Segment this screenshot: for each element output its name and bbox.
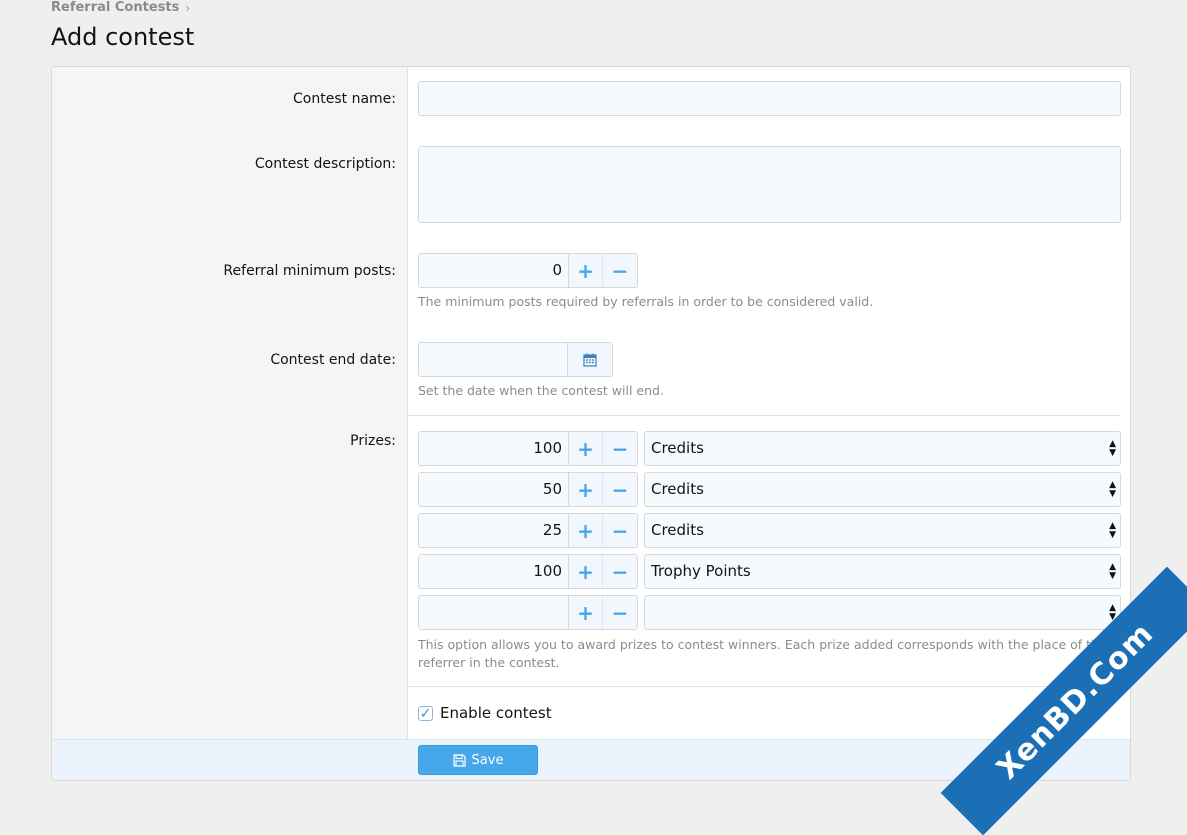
chevron-right-icon: › — [185, 0, 191, 15]
prize-type-value: Trophy Points — [651, 562, 751, 580]
increment-button[interactable]: + — [569, 596, 603, 629]
prize-amount-stepper: 25 + − — [418, 513, 638, 548]
prize-type-value: Credits — [651, 521, 704, 539]
prize-type-select[interactable]: ▲ ▼ — [644, 595, 1121, 630]
plus-icon: + — [577, 518, 594, 543]
prize-amount-input[interactable] — [419, 596, 569, 629]
prize-type-value: Credits — [651, 439, 704, 457]
prize-amount-input[interactable]: 50 — [419, 473, 569, 506]
prize-type-select[interactable]: Trophy Points ▲ ▼ — [644, 554, 1121, 589]
decrement-button[interactable]: − — [603, 432, 637, 465]
breadcrumb: Referral Contests › — [51, 0, 190, 15]
decrement-button[interactable]: − — [603, 555, 637, 588]
minus-icon: − — [611, 518, 629, 543]
increment-button[interactable]: + — [569, 514, 603, 547]
contest-description-label: Contest description: — [254, 156, 396, 172]
prize-amount-input[interactable]: 25 — [419, 514, 569, 547]
save-icon — [452, 753, 466, 767]
prize-type-select[interactable]: Credits ▲ ▼ — [644, 431, 1121, 466]
decrement-button[interactable]: − — [603, 254, 637, 287]
prize-type-select[interactable]: Credits ▲ ▼ — [644, 513, 1121, 548]
end-date-label: Contest end date: — [270, 352, 396, 368]
end-date-input[interactable] — [419, 343, 569, 376]
enable-contest-checkbox[interactable]: ✓ — [418, 706, 433, 721]
min-posts-stepper: 0 + − — [418, 253, 638, 288]
min-posts-hint: The minimum posts required by referrals … — [418, 294, 874, 309]
increment-button[interactable]: + — [569, 432, 603, 465]
prize-amount-stepper: + − — [418, 595, 638, 630]
minus-icon: − — [611, 436, 629, 461]
page-title: Add contest — [51, 23, 195, 51]
contest-name-input[interactable] — [418, 81, 1121, 116]
select-arrows-icon: ▲ ▼ — [1109, 479, 1116, 499]
plus-icon: + — [577, 436, 594, 461]
calendar-icon — [583, 353, 597, 367]
min-posts-input[interactable]: 0 — [419, 254, 569, 287]
breadcrumb-link-referral-contests[interactable]: Referral Contests — [51, 0, 179, 15]
increment-button[interactable]: + — [569, 254, 603, 287]
section-divider — [408, 686, 1121, 687]
date-picker-button[interactable] — [568, 343, 612, 376]
end-date-hint: Set the date when the contest will end. — [418, 383, 664, 398]
minus-icon: − — [611, 477, 629, 502]
plus-icon: + — [577, 559, 594, 584]
minus-icon: − — [611, 559, 629, 584]
contest-name-label: Contest name: — [293, 91, 396, 107]
end-date-field — [418, 342, 613, 377]
prize-amount-stepper: 100 + − — [418, 431, 638, 466]
checkmark-icon: ✓ — [419, 705, 432, 722]
increment-button[interactable]: + — [569, 473, 603, 506]
prize-amount-stepper: 50 + − — [418, 472, 638, 507]
select-arrows-icon: ▲ ▼ — [1109, 520, 1116, 540]
prize-amount-stepper: 100 + − — [418, 554, 638, 589]
min-posts-label: Referral minimum posts: — [223, 263, 396, 279]
contest-description-textarea[interactable] — [418, 146, 1121, 223]
section-divider — [408, 415, 1121, 416]
decrement-button[interactable]: − — [603, 514, 637, 547]
save-button-label: Save — [471, 752, 504, 768]
enable-contest-label[interactable]: Enable contest — [440, 704, 552, 722]
prize-amount-input[interactable]: 100 — [419, 555, 569, 588]
plus-icon: + — [577, 600, 594, 625]
decrement-button[interactable]: − — [603, 473, 637, 506]
plus-icon: + — [577, 258, 594, 283]
prize-type-select[interactable]: Credits ▲ ▼ — [644, 472, 1121, 507]
decrement-button[interactable]: − — [603, 596, 637, 629]
minus-icon: − — [611, 258, 629, 283]
prizes-label: Prizes: — [350, 433, 396, 449]
select-arrows-icon: ▲ ▼ — [1109, 561, 1116, 581]
save-button[interactable]: Save — [418, 745, 538, 775]
select-arrows-icon: ▲ ▼ — [1109, 438, 1116, 458]
contest-form: Contest name: Contest description: Refer… — [51, 66, 1131, 781]
increment-button[interactable]: + — [569, 555, 603, 588]
prize-type-value: Credits — [651, 480, 704, 498]
minus-icon: − — [611, 600, 629, 625]
prize-amount-input[interactable]: 100 — [419, 432, 569, 465]
plus-icon: + — [577, 477, 594, 502]
prizes-hint: This option allows you to award prizes t… — [418, 637, 1107, 670]
